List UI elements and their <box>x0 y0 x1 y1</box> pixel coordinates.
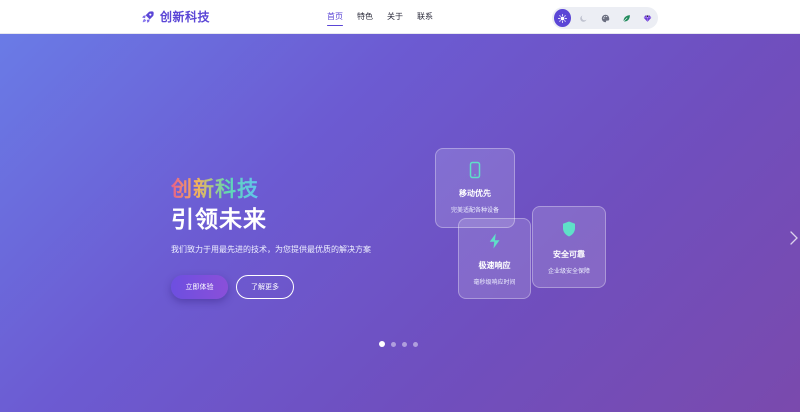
chevron-right-icon <box>790 231 798 245</box>
site-header: 创新科技 首页 特色 关于 联系 <box>0 0 800 34</box>
feature-title: 安全可靠 <box>553 250 585 259</box>
brand-name: 创新科技 <box>160 10 211 24</box>
carousel-indicators <box>379 341 418 347</box>
try-now-button[interactable]: 立即体验 <box>171 275 228 299</box>
mobile-icon <box>469 161 481 179</box>
feature-card-fast[interactable]: 极速响应 毫秒级响应时间 <box>458 218 531 299</box>
hero-section: 创新科技 引领未来 我们致力于用最先进的技术，为您提供最优质的解决方案 立即体验… <box>0 34 800 412</box>
gem-icon <box>643 14 652 22</box>
nav-about[interactable]: 关于 <box>387 11 403 22</box>
theme-button-moon[interactable] <box>575 9 592 27</box>
feature-title: 极速响应 <box>478 261 511 270</box>
theme-button-palette[interactable] <box>596 9 613 27</box>
feature-description: 企业级安全保障 <box>547 268 590 275</box>
feature-card-mobile[interactable]: 移动优先 完美适配各种设备 <box>435 148 515 228</box>
carousel-next-button[interactable] <box>789 231 799 245</box>
theme-button-gem[interactable] <box>639 9 656 27</box>
hero-title-gradient: 创新科技 <box>171 177 259 201</box>
hero-subtitle: 我们致力于用最先进的技术，为您提供最优质的解决方案 <box>171 245 371 254</box>
hero-title: 引领未来 <box>171 207 267 233</box>
feature-title: 移动优先 <box>459 189 491 198</box>
shield-icon <box>563 221 575 237</box>
palette-icon <box>601 14 609 22</box>
feature-description: 完美适配各种设备 <box>450 207 499 214</box>
learn-more-button[interactable]: 了解更多 <box>236 275 294 299</box>
rocket-icon <box>142 10 154 23</box>
carousel-dot[interactable] <box>391 341 396 347</box>
moon-icon <box>580 15 587 22</box>
carousel-dot[interactable] <box>413 341 418 347</box>
carousel-dot[interactable] <box>379 341 385 347</box>
feature-description: 毫秒级响应时间 <box>473 279 516 286</box>
theme-button-sun[interactable] <box>554 9 572 27</box>
nav-contact[interactable]: 联系 <box>417 11 433 22</box>
carousel-dot[interactable] <box>402 341 407 347</box>
nav-home[interactable]: 首页 <box>327 11 343 26</box>
nav-features[interactable]: 特色 <box>357 11 373 22</box>
theme-button-leaf[interactable] <box>618 9 635 27</box>
main-nav: 首页 特色 关于 联系 <box>327 11 433 26</box>
theme-switcher <box>552 7 658 29</box>
bolt-icon <box>489 233 499 249</box>
feature-card-secure[interactable]: 安全可靠 企业级安全保障 <box>532 206 606 288</box>
sun-icon <box>558 13 567 23</box>
brand-logo[interactable]: 创新科技 <box>141 8 210 25</box>
leaf-icon <box>622 14 630 22</box>
